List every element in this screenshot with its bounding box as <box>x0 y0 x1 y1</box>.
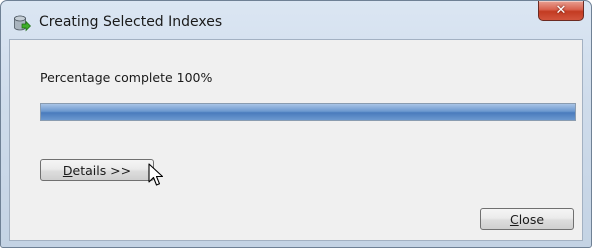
details-button-label: Details >> <box>62 162 132 178</box>
close-button[interactable]: Close <box>480 208 574 230</box>
progress-bar <box>40 103 576 121</box>
database-index-icon <box>13 15 31 33</box>
details-button[interactable]: Details >> <box>40 159 154 181</box>
dialog-window: Creating Selected Indexes ✕ Percentage c… <box>0 0 592 248</box>
close-icon: ✕ <box>555 3 567 18</box>
close-button-label: Close <box>509 211 545 227</box>
dialog-body: Percentage complete 100% Details >> Clos… <box>9 39 583 241</box>
window-title: Creating Selected Indexes <box>39 14 223 30</box>
progress-status-text: Percentage complete 100% <box>40 70 213 85</box>
window-close-button[interactable]: ✕ <box>538 1 584 21</box>
mouse-cursor-icon <box>148 163 168 189</box>
title-bar[interactable]: Creating Selected Indexes ✕ <box>1 1 591 39</box>
progress-bar-fill <box>41 104 575 120</box>
